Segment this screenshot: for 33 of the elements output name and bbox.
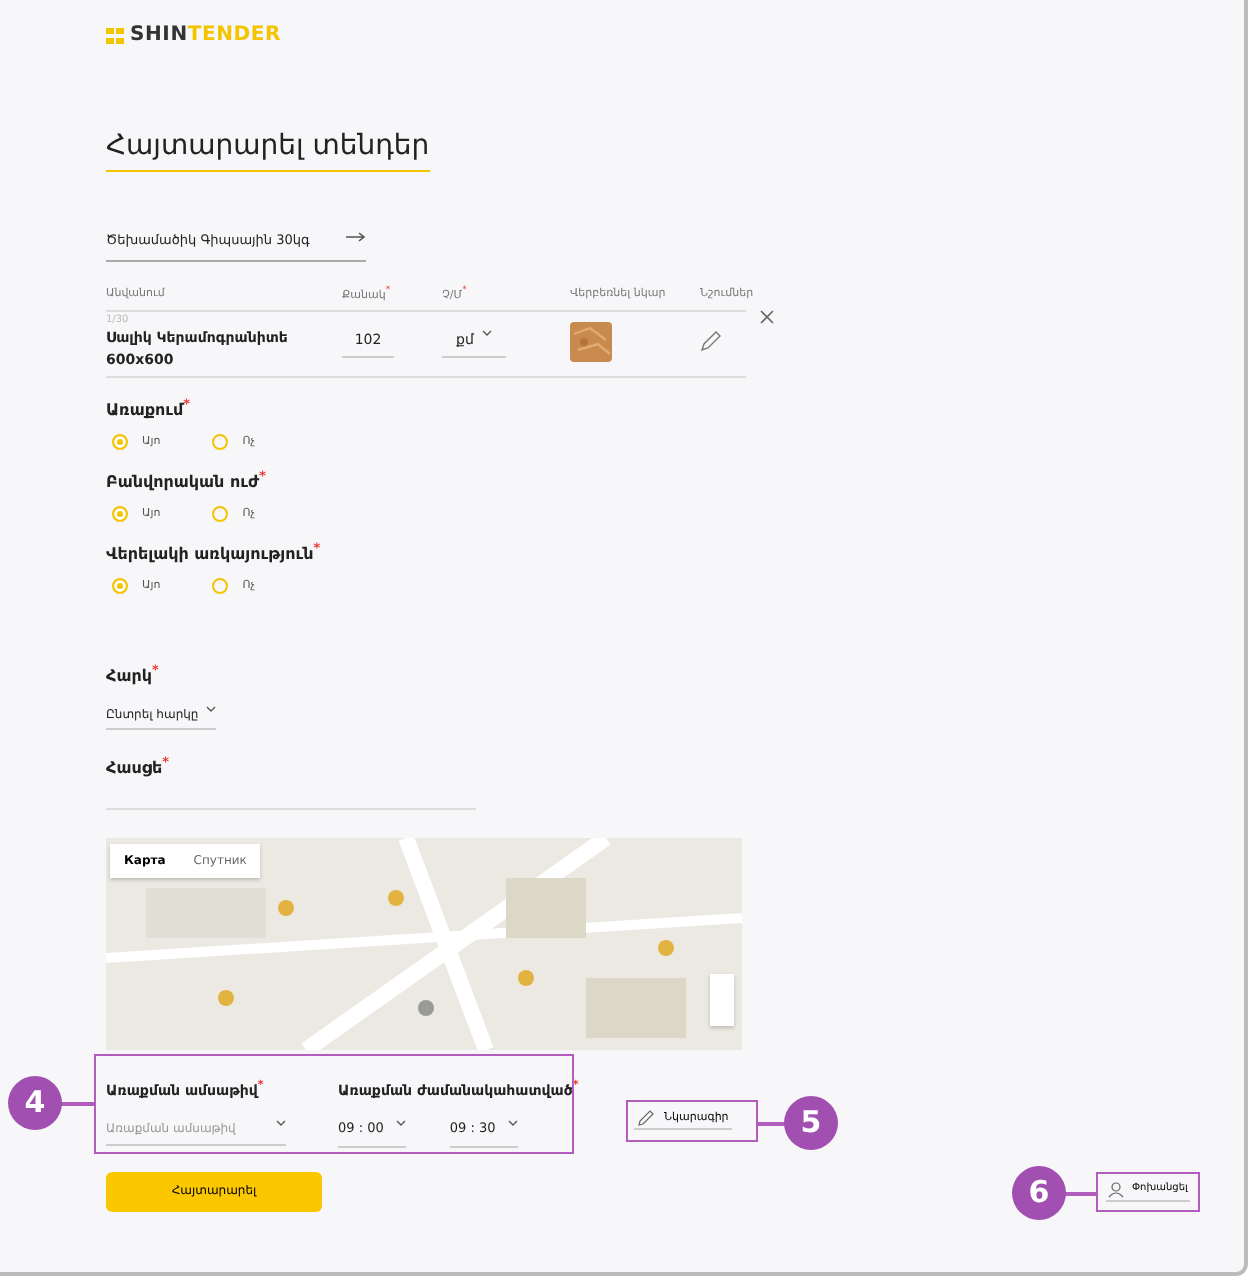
callout-number: 6 [1012, 1166, 1066, 1220]
logo-text: SHINTENDER [130, 22, 282, 50]
required-mark: * [152, 661, 159, 678]
product-thumbnail [570, 321, 612, 362]
caret-icon [507, 1119, 518, 1126]
callout-line [1064, 1192, 1096, 1195]
callout-line [758, 1122, 786, 1125]
callout-number: 5 [784, 1096, 838, 1150]
callout-number: 4 [8, 1076, 62, 1130]
field-label: Բանվորական ուժ [106, 473, 260, 492]
field-label: Առաքում [106, 401, 184, 420]
required-mark: * [257, 1080, 264, 1093]
field-label: Հասցե [106, 758, 163, 777]
close-icon[interactable] [760, 310, 774, 324]
caret-icon [276, 1119, 286, 1126]
user-icon [1108, 1182, 1124, 1198]
edit-icon[interactable] [700, 330, 722, 353]
page-title: Հայտարարել տենդեր [106, 130, 430, 172]
callout-frame [1096, 1172, 1200, 1212]
required-mark: * [259, 468, 266, 485]
field-label: Վերելակի առկայություն [106, 545, 314, 564]
caret-icon [206, 705, 217, 711]
callout-line [60, 1102, 94, 1105]
required-mark: * [162, 753, 169, 769]
callout-frame [626, 1100, 758, 1142]
caret-icon [481, 330, 492, 337]
required-mark: * [183, 396, 190, 413]
pencil-icon [638, 1110, 654, 1127]
logo-icon [106, 27, 124, 43]
caret-icon [395, 1119, 406, 1126]
required-mark: * [313, 539, 321, 556]
arrow-icon [346, 231, 366, 242]
field-label: Հարկ [106, 667, 152, 685]
